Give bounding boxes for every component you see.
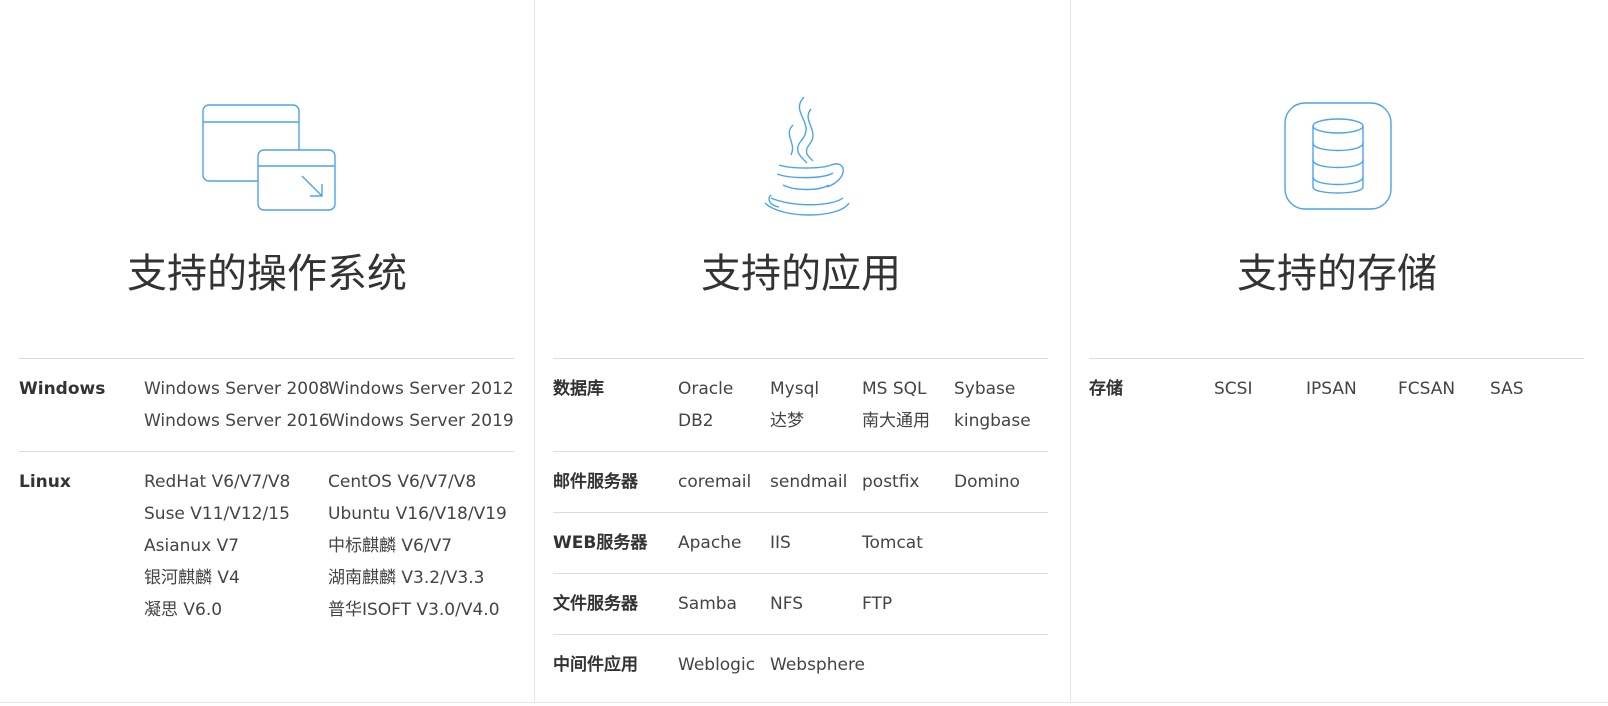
app-item: Apache [678, 533, 742, 553]
storage-item: IPSAN [1306, 379, 1357, 399]
os-item: Suse V11/V12/15 [144, 504, 290, 524]
app-row-mail: 邮件服务器 coremail sendmail postfix Domino [553, 452, 1048, 513]
app-title: 支持的应用 [701, 251, 901, 297]
app-row-label: 中间件应用 [553, 655, 638, 675]
os-item: 湖南麒麟 V3.2/V3.3 [328, 568, 485, 588]
database-icon [1267, 95, 1407, 220]
app-item: Tomcat [862, 533, 923, 553]
os-item: Windows Server 2016 [144, 411, 330, 431]
os-item: Asianux V7 [144, 536, 240, 556]
app-row-items: Oracle Mysql MS SQL Sybase DB2 达梦 南大通用 k… [678, 373, 1048, 437]
app-item: FTP [862, 594, 893, 614]
storage-item: SAS [1490, 379, 1524, 399]
os-item: Windows Server 2019 [328, 411, 514, 431]
os-title: 支持的操作系统 [127, 251, 407, 297]
bottom-border [0, 702, 1608, 703]
os-item: CentOS V6/V7/V8 [328, 472, 477, 492]
os-row-label: Windows [19, 379, 106, 399]
storage-item: FCSAN [1398, 379, 1456, 399]
os-row-items: RedHat V6/V7/V8 CentOS V6/V7/V8 Suse V11… [144, 466, 514, 626]
app-row-items: coremail sendmail postfix Domino [678, 466, 1048, 498]
app-item: 达梦 [770, 411, 804, 431]
os-row-windows: Windows Windows Server 2008 Windows Serv… [19, 359, 514, 452]
os-item: RedHat V6/V7/V8 [144, 472, 291, 492]
app-row-items: Apache IIS Tomcat [678, 527, 1048, 559]
storage-column: 支持的存储 存储 SCSI IPSAN FCSAN SAS [1070, 0, 1604, 702]
app-item: Mysql [770, 379, 820, 399]
storage-title: 支持的存储 [1237, 251, 1437, 297]
app-item: Websphere [770, 655, 866, 675]
app-item: DB2 [678, 411, 714, 431]
app-item: postfix [862, 472, 920, 492]
app-item: 南大通用 [862, 411, 930, 431]
storage-row-label: 存储 [1089, 379, 1123, 399]
app-row-web: WEB服务器 Apache IIS Tomcat [553, 513, 1048, 574]
storage-item: SCSI [1214, 379, 1253, 399]
app-item: Samba [678, 594, 737, 614]
os-column: 支持的操作系统 Windows Windows Server 2008 Wind… [0, 0, 534, 702]
os-item: Windows Server 2012 [328, 379, 514, 399]
os-table: Windows Windows Server 2008 Windows Serv… [19, 358, 514, 640]
os-item: Ubuntu V16/V18/V19 [328, 504, 507, 524]
os-row-linux: Linux RedHat V6/V7/V8 CentOS V6/V7/V8 Su… [19, 452, 514, 640]
os-item: 普华ISOFT V3.0/V4.0 [328, 600, 500, 620]
os-row-items: Windows Server 2008 Windows Server 2012 … [144, 373, 514, 437]
app-row-label: 数据库 [553, 379, 604, 399]
app-table: 数据库 Oracle Mysql MS SQL Sybase DB2 达梦 南大… [553, 358, 1048, 695]
os-item: 银河麒麟 V4 [144, 568, 240, 588]
storage-row: 存储 SCSI IPSAN FCSAN SAS [1089, 359, 1584, 419]
app-item: kingbase [954, 411, 1031, 431]
app-row-items: Weblogic Websphere [678, 649, 1048, 681]
app-column: 支持的应用 数据库 Oracle Mysql MS SQL Sybase DB2… [534, 0, 1068, 702]
os-item: Windows Server 2008 [144, 379, 330, 399]
app-row-file: 文件服务器 Samba NFS FTP [553, 574, 1048, 635]
app-row-label: WEB服务器 [553, 533, 648, 553]
app-item: MS SQL [862, 379, 927, 399]
os-row-label: Linux [19, 472, 71, 492]
storage-row-items: SCSI IPSAN FCSAN SAS [1214, 373, 1584, 405]
app-item: Oracle [678, 379, 734, 399]
os-item: 凝思 V6.0 [144, 600, 223, 620]
storage-table: 存储 SCSI IPSAN FCSAN SAS [1089, 358, 1584, 419]
java-icon [731, 95, 871, 220]
app-item: sendmail [770, 472, 848, 492]
app-row-items: Samba NFS FTP [678, 588, 1048, 620]
app-row-label: 文件服务器 [553, 594, 638, 614]
app-item: NFS [770, 594, 803, 614]
app-item: Sybase [954, 379, 1016, 399]
app-row-middleware: 中间件应用 Weblogic Websphere [553, 635, 1048, 695]
app-item: coremail [678, 472, 752, 492]
os-item: 中标麒麟 V6/V7 [328, 536, 453, 556]
window-resize-icon [197, 95, 337, 220]
app-item: Domino [954, 472, 1020, 492]
app-row-label: 邮件服务器 [553, 472, 638, 492]
support-page: 支持的操作系统 Windows Windows Server 2008 Wind… [0, 0, 1608, 706]
app-item: Weblogic [678, 655, 756, 675]
app-row-database: 数据库 Oracle Mysql MS SQL Sybase DB2 达梦 南大… [553, 359, 1048, 452]
app-item: IIS [770, 533, 791, 553]
